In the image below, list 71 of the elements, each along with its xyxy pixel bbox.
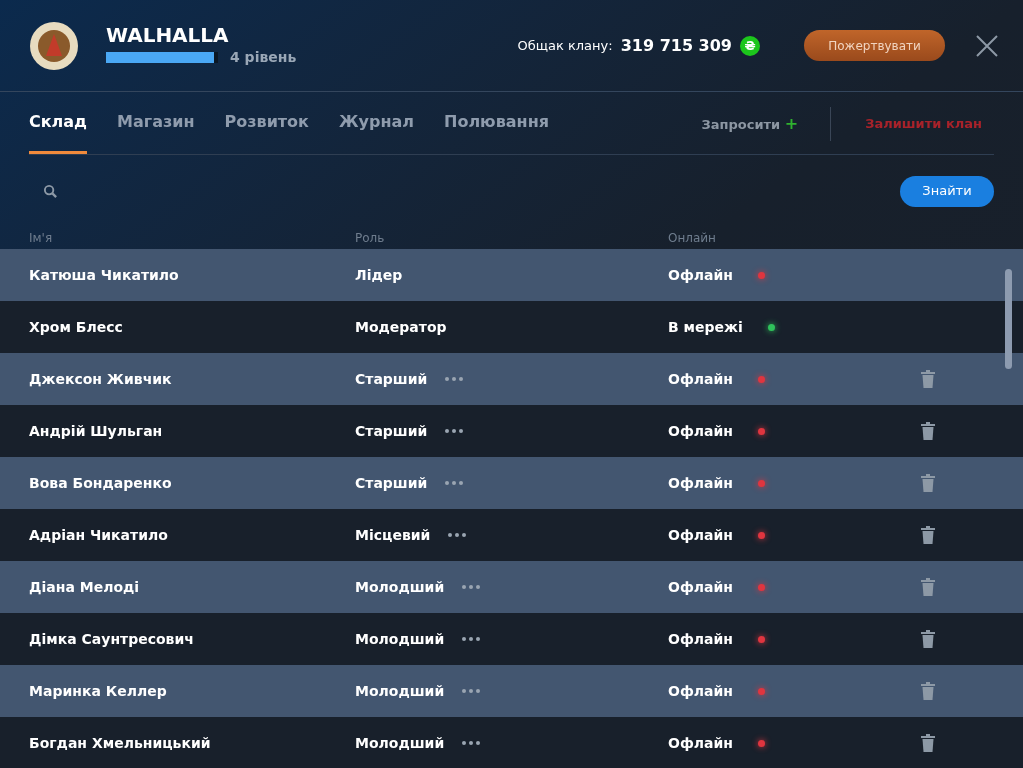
treasury-label: Общак клану: (517, 36, 613, 55)
member-name: Андрій Шульган (29, 421, 164, 441)
column-header: Ім'я (29, 230, 54, 247)
member-name: Маринка Келлер (29, 681, 168, 701)
member-role: Молодший (355, 629, 445, 649)
trash-icon[interactable] (921, 422, 935, 440)
trash-icon[interactable] (921, 474, 935, 492)
trash-icon[interactable] (921, 682, 935, 700)
member-row[interactable]: Діана Мелоді Молодший Офлайн (0, 561, 1023, 613)
level-label: 4 рівень (230, 48, 297, 67)
more-options-icon[interactable] (445, 429, 464, 433)
tab[interactable]: Полювання (444, 110, 549, 154)
member-role: Молодший (355, 733, 445, 753)
tab[interactable]: Журнал (338, 110, 414, 154)
member-role: Молодший (355, 681, 445, 701)
more-options-icon[interactable] (462, 637, 481, 641)
scrollbar-thumb[interactable] (1005, 269, 1012, 369)
member-status: Офлайн (668, 473, 734, 493)
more-options-icon[interactable] (462, 689, 481, 693)
member-status: Офлайн (668, 525, 734, 545)
member-role: Старший (355, 473, 428, 493)
member-status: Офлайн (668, 577, 734, 597)
clan-name: WALHALLA (106, 23, 230, 47)
tab[interactable]: Розвиток (224, 110, 309, 154)
member-role: Молодший (355, 577, 445, 597)
member-status: Офлайн (668, 733, 734, 753)
trash-icon[interactable] (921, 370, 935, 388)
tab[interactable]: Склад (29, 110, 88, 154)
currency-icon: ₴ (740, 35, 760, 56)
tab[interactable]: Магазин (117, 110, 195, 154)
invite-button[interactable]: Запросити + (701, 112, 799, 136)
trash-icon[interactable] (921, 526, 935, 544)
member-name: Джексон Живчик (29, 369, 173, 389)
more-options-icon[interactable] (462, 585, 481, 589)
close-icon[interactable] (975, 33, 999, 58)
member-name: Катюша Чикатило (29, 265, 180, 285)
member-status: В мережі (668, 317, 744, 337)
member-status: Офлайн (668, 369, 734, 389)
member-role: Лідер (355, 265, 403, 285)
column-header: Онлайн (668, 230, 716, 247)
member-name: Хром Блесс (29, 317, 124, 337)
member-role: Старший (355, 369, 428, 389)
member-row[interactable]: Вова Бондаренко Старший Офлайн (0, 457, 1023, 509)
search-button[interactable]: Знайти (900, 175, 994, 207)
member-row[interactable]: Джексон Живчик Старший Офлайн (0, 353, 1023, 405)
member-role: Місцевий (355, 525, 431, 545)
trash-icon[interactable] (921, 630, 935, 648)
member-role: Модератор (355, 317, 447, 337)
trash-icon[interactable] (921, 578, 935, 596)
member-row[interactable]: Маринка Келлер Молодший Офлайн (0, 665, 1023, 717)
member-status: Офлайн (668, 265, 734, 285)
member-name: Вова Бондаренко (29, 473, 173, 493)
more-options-icon[interactable] (445, 481, 464, 485)
donate-button[interactable]: Пожертвувати (804, 30, 945, 61)
more-options-icon[interactable] (445, 377, 464, 381)
member-status: Офлайн (668, 629, 734, 649)
trash-icon[interactable] (921, 734, 935, 752)
member-row[interactable]: Дімка Саунтресович Молодший Офлайн (0, 613, 1023, 665)
member-role: Старший (355, 421, 428, 441)
treasury-amount: 319 715 309 (620, 34, 732, 57)
more-options-icon[interactable] (462, 741, 481, 745)
column-header: Роль (355, 230, 386, 247)
member-row[interactable]: Катюша Чикатило Лідер Офлайн (0, 249, 1023, 301)
search-icon (43, 183, 58, 199)
member-name: Адріан Чикатило (29, 525, 169, 545)
member-status: Офлайн (668, 681, 734, 701)
member-name: Богдан Хмельницький (29, 733, 212, 753)
member-status: Офлайн (668, 421, 734, 441)
member-name: Діана Мелоді (29, 577, 141, 597)
member-name: Дімка Саунтресович (29, 629, 195, 649)
more-options-icon[interactable] (448, 533, 467, 537)
